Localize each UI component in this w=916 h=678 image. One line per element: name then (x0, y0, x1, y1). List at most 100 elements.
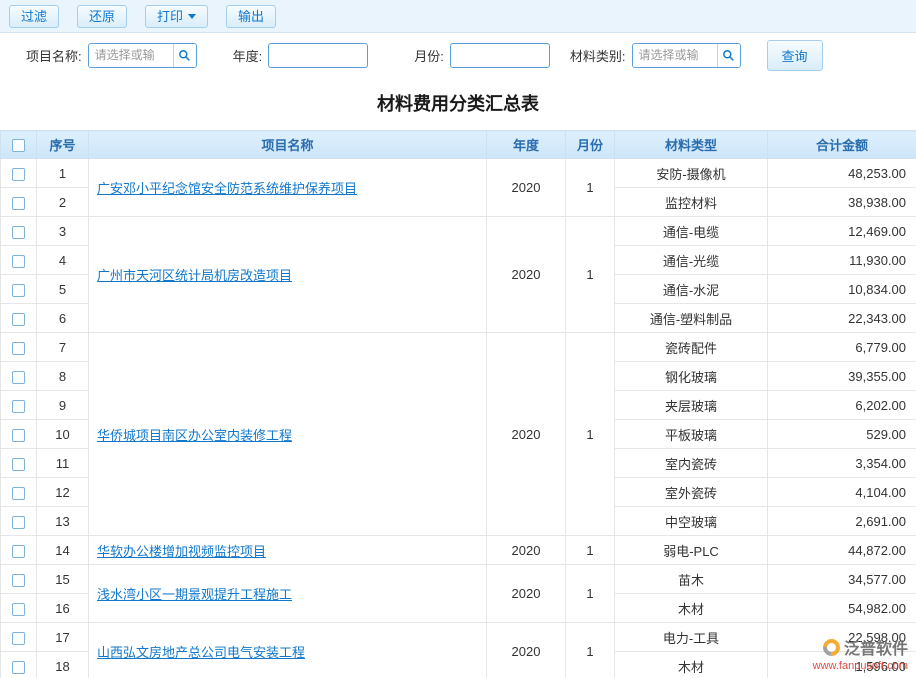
row-checkbox[interactable] (12, 342, 25, 355)
row-checkbox[interactable] (12, 371, 25, 384)
amount-cell: 22,343.00 (768, 304, 916, 333)
col-header-year: 年度 (487, 131, 566, 159)
header-checkbox[interactable] (12, 139, 25, 152)
row-number: 6 (37, 304, 89, 333)
material-search-button[interactable] (717, 44, 740, 67)
export-button-label: 输出 (238, 10, 264, 23)
row-checkbox-cell (1, 246, 37, 275)
row-checkbox[interactable] (12, 255, 25, 268)
material-type-cell: 木材 (615, 652, 768, 678)
row-number: 15 (37, 565, 89, 594)
year-cell: 2020 (487, 565, 566, 623)
summary-table: 序号 项目名称 年度 月份 材料类型 合计金额 1广安邓小平纪念馆安全防范系统维… (0, 130, 916, 678)
month-cell: 1 (566, 217, 615, 333)
year-input[interactable] (268, 43, 368, 68)
query-button[interactable]: 查询 (767, 40, 823, 71)
export-button[interactable]: 输出 (226, 5, 276, 28)
row-number: 2 (37, 188, 89, 217)
row-number: 5 (37, 275, 89, 304)
project-name-picker (88, 43, 197, 68)
row-number: 10 (37, 420, 89, 449)
row-checkbox-cell (1, 159, 37, 188)
amount-cell: 2,691.00 (768, 507, 916, 536)
col-header-number: 序号 (37, 131, 89, 159)
row-checkbox[interactable] (12, 429, 25, 442)
brand-logo-icon (820, 635, 844, 659)
material-type-cell: 安防-摄像机 (615, 159, 768, 188)
amount-cell: 48,253.00 (768, 159, 916, 188)
row-number: 16 (37, 594, 89, 623)
filter-bar: 项目名称: 年度: 月份: 材料类别: 查询 (0, 33, 916, 77)
row-checkbox-cell (1, 623, 37, 652)
row-checkbox-cell (1, 507, 37, 536)
restore-button[interactable]: 还原 (77, 5, 127, 28)
toolbar: 过滤 还原 打印 输出 (0, 0, 916, 33)
search-icon (722, 49, 735, 62)
row-checkbox-cell (1, 594, 37, 623)
filter-button[interactable]: 过滤 (9, 5, 59, 28)
project-link[interactable]: 广安邓小平纪念馆安全防范系统维护保养项目 (97, 181, 357, 196)
amount-cell: 10,834.00 (768, 275, 916, 304)
month-cell: 1 (566, 159, 615, 217)
row-checkbox-cell (1, 188, 37, 217)
row-checkbox[interactable] (12, 400, 25, 413)
material-type-cell: 弱电-PLC (615, 536, 768, 565)
row-checkbox-cell (1, 304, 37, 333)
row-checkbox[interactable] (12, 603, 25, 616)
year-cell: 2020 (487, 159, 566, 217)
material-type-cell: 钢化玻璃 (615, 362, 768, 391)
print-button[interactable]: 打印 (145, 5, 208, 28)
row-checkbox[interactable] (12, 458, 25, 471)
project-link[interactable]: 广州市天河区统计局机房改造项目 (97, 268, 292, 283)
amount-cell: 529.00 (768, 420, 916, 449)
project-search-button[interactable] (173, 44, 196, 67)
row-checkbox[interactable] (12, 197, 25, 210)
project-cell: 华软办公楼增加视频监控项目 (89, 536, 487, 565)
chevron-down-icon (188, 14, 196, 19)
row-checkbox[interactable] (12, 545, 25, 558)
row-checkbox[interactable] (12, 284, 25, 297)
project-link[interactable]: 浅水湾小区一期景观提升工程施工 (97, 587, 292, 602)
row-checkbox-cell (1, 391, 37, 420)
material-category-input[interactable] (633, 44, 717, 67)
row-checkbox[interactable] (12, 313, 25, 326)
row-checkbox[interactable] (12, 661, 25, 674)
row-checkbox[interactable] (12, 226, 25, 239)
project-link[interactable]: 山西弘文房地产总公司电气安装工程 (97, 645, 305, 660)
row-checkbox[interactable] (12, 168, 25, 181)
row-number: 3 (37, 217, 89, 246)
material-category-label: 材料类别: (570, 46, 626, 65)
brand-name: 泛普软件 (844, 635, 908, 659)
project-cell: 广州市天河区统计局机房改造项目 (89, 217, 487, 333)
project-name-input[interactable] (89, 44, 173, 67)
project-cell: 山西弘文房地产总公司电气安装工程 (89, 623, 487, 678)
header-checkbox-cell (1, 131, 37, 159)
material-type-cell: 通信-光缆 (615, 246, 768, 275)
month-cell: 1 (566, 623, 615, 678)
row-number: 17 (37, 623, 89, 652)
row-checkbox[interactable] (12, 516, 25, 529)
row-checkbox-cell (1, 362, 37, 391)
project-link[interactable]: 华侨城项目南区办公室内装修工程 (97, 428, 292, 443)
row-checkbox-cell (1, 333, 37, 362)
row-number: 4 (37, 246, 89, 275)
year-cell: 2020 (487, 623, 566, 678)
month-cell: 1 (566, 565, 615, 623)
project-link[interactable]: 华软办公楼增加视频监控项目 (97, 544, 266, 559)
table-row: 15浅水湾小区一期景观提升工程施工20201苗木34,577.00 (1, 565, 916, 594)
table-row: 7华侨城项目南区办公室内装修工程20201瓷砖配件6,779.00 (1, 333, 916, 362)
app-window: 过滤 还原 打印 输出 项目名称: 年度: 月份: 材料类别 (0, 0, 916, 678)
table-row: 14华软办公楼增加视频监控项目20201弱电-PLC44,872.00 (1, 536, 916, 565)
row-checkbox[interactable] (12, 487, 25, 500)
row-checkbox[interactable] (12, 632, 25, 645)
month-input[interactable] (450, 43, 550, 68)
row-checkbox-cell (1, 478, 37, 507)
row-checkbox[interactable] (12, 574, 25, 587)
search-icon (178, 49, 191, 62)
material-type-cell: 通信-水泥 (615, 275, 768, 304)
amount-cell: 4,104.00 (768, 478, 916, 507)
restore-button-label: 还原 (89, 10, 115, 23)
row-number: 1 (37, 159, 89, 188)
row-checkbox-cell (1, 565, 37, 594)
material-type-cell: 通信-电缆 (615, 217, 768, 246)
